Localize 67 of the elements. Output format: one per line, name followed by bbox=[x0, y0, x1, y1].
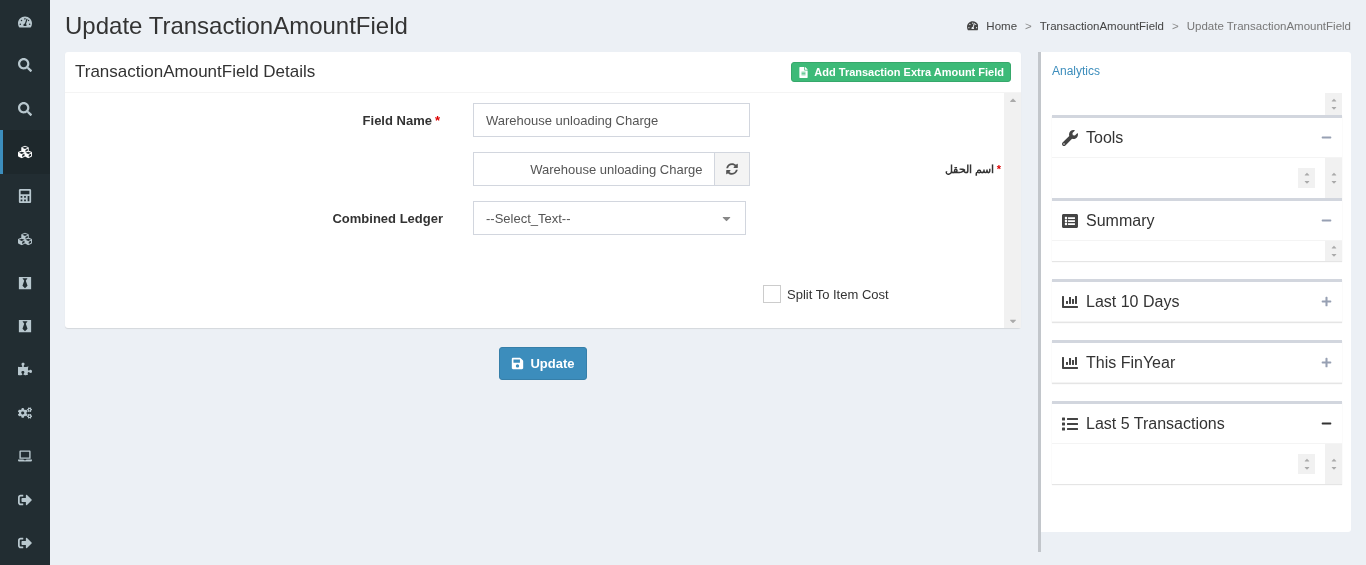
field-name-input[interactable]: Warehouse unloading Charge bbox=[473, 103, 750, 137]
chart-icon bbox=[1062, 354, 1078, 371]
cubes-icon bbox=[18, 232, 32, 247]
field-label: * اسم الحقل bbox=[943, 162, 1002, 176]
save-icon bbox=[511, 357, 525, 370]
widget-title: This FinYear bbox=[1062, 353, 1176, 372]
caret-down-icon bbox=[1329, 251, 1338, 259]
tie-icon bbox=[18, 319, 32, 333]
scrollbar[interactable] bbox=[1325, 444, 1342, 484]
chart-icon bbox=[1062, 293, 1078, 310]
document-icon bbox=[798, 66, 810, 78]
arabic-name-input[interactable]: Warehouse unloading Charge bbox=[473, 152, 716, 186]
page-title: Update TransactionAmountField bbox=[65, 12, 408, 40]
caret-up-icon bbox=[1329, 243, 1338, 251]
puzzle-icon bbox=[18, 362, 32, 377]
dashboard-icon bbox=[18, 14, 32, 29]
widget-title: Last 5 Transactions bbox=[1062, 414, 1225, 433]
scrollbar[interactable] bbox=[1325, 158, 1342, 198]
caret-up-icon bbox=[1302, 170, 1311, 178]
breadcrumb-link[interactable]: Home bbox=[986, 20, 1018, 32]
refresh-icon bbox=[726, 163, 739, 175]
cubes-icon bbox=[18, 145, 32, 160]
required-mark: * bbox=[434, 112, 440, 128]
search-icon bbox=[18, 58, 32, 73]
list-icon bbox=[1062, 415, 1078, 432]
scrollbar[interactable] bbox=[1325, 241, 1342, 261]
breadcrumb-separator: > bbox=[1172, 20, 1179, 32]
expand-button[interactable] bbox=[1321, 357, 1332, 368]
scrollbar[interactable] bbox=[1325, 93, 1342, 115]
caret-up-icon bbox=[1302, 456, 1311, 464]
breadcrumb-separator: > bbox=[1025, 20, 1032, 32]
checkbox[interactable] bbox=[763, 285, 781, 303]
signout-icon bbox=[18, 492, 32, 507]
scrollbar[interactable] bbox=[1004, 93, 1021, 328]
breadcrumb-link[interactable]: TransactionAmountField bbox=[1039, 20, 1164, 32]
caret-up-icon bbox=[1329, 456, 1338, 464]
caret-up-icon bbox=[1329, 96, 1338, 104]
caret-up-icon bbox=[1329, 170, 1338, 178]
caret-down-icon bbox=[1329, 178, 1338, 186]
breadcrumb-link[interactable]: Update TransactionAmountField bbox=[1186, 20, 1351, 32]
summary-icon bbox=[1062, 212, 1078, 229]
analytics-link[interactable]: Analytics bbox=[1052, 64, 1342, 78]
cogs-icon bbox=[18, 405, 32, 420]
panel-title: TransactionAmountField Details bbox=[75, 62, 316, 82]
caret-down-icon bbox=[1329, 104, 1338, 112]
search-icon bbox=[18, 101, 32, 116]
expand-button[interactable] bbox=[1321, 296, 1332, 307]
checkbox-label: Split To Item Cost bbox=[787, 286, 889, 302]
laptop-icon bbox=[18, 449, 32, 464]
sidebar-item[interactable] bbox=[0, 130, 50, 174]
widget-title: Tools bbox=[1062, 128, 1124, 147]
refresh-button[interactable] bbox=[715, 152, 750, 186]
tools-icon bbox=[1062, 129, 1078, 146]
ledger-select[interactable]: --Select_Text-- bbox=[473, 201, 746, 235]
widget-title: Last 10 Days bbox=[1062, 292, 1180, 311]
calculator-icon bbox=[18, 188, 32, 203]
field-label: Field Name * bbox=[361, 112, 441, 128]
field-label: Combined Ledger bbox=[331, 210, 443, 226]
widget-title: Summary bbox=[1062, 211, 1155, 230]
caret-down-icon bbox=[1302, 178, 1311, 186]
required-mark: * bbox=[996, 162, 1001, 175]
update-button[interactable]: Update bbox=[499, 347, 587, 380]
caret-down-icon bbox=[1329, 464, 1338, 472]
signout-icon bbox=[18, 536, 32, 551]
caret-down-icon bbox=[1302, 464, 1311, 472]
tie-icon bbox=[18, 275, 32, 290]
dashboard-icon bbox=[966, 20, 979, 32]
